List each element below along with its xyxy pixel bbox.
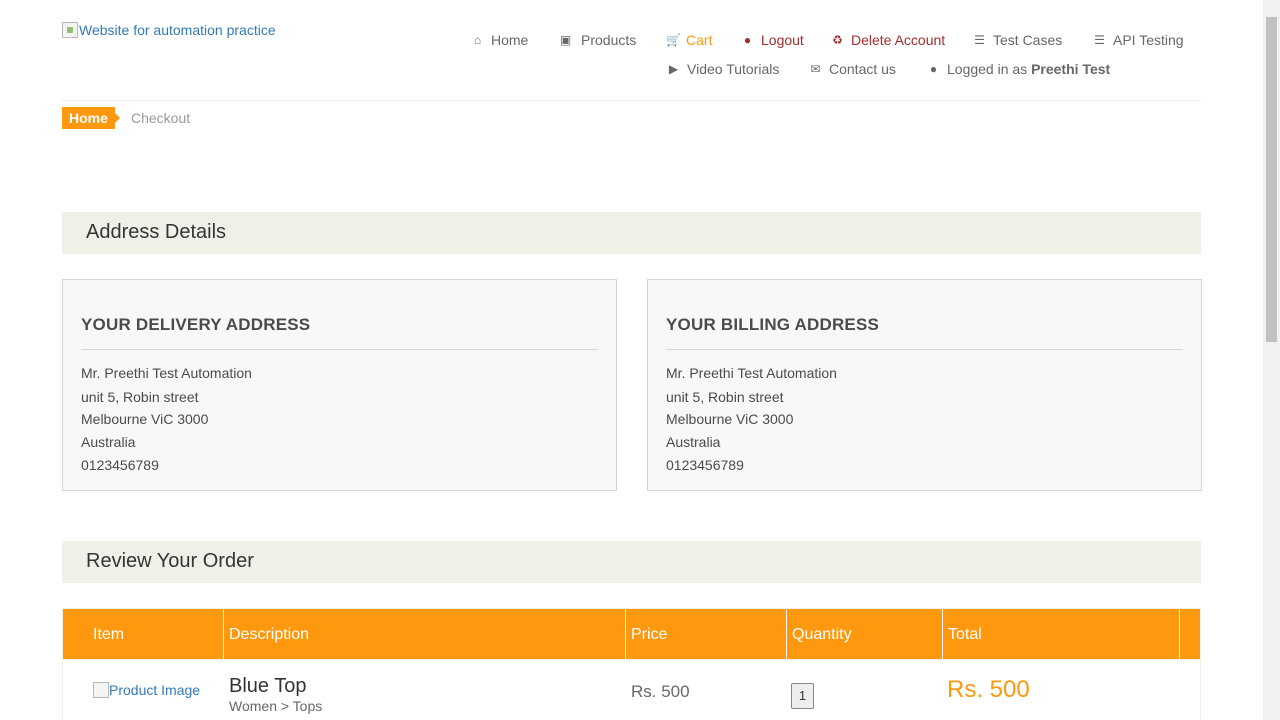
order-table-header: Item Description Price Quantity Total	[62, 608, 1201, 660]
product-image-alt: Product Image	[109, 682, 201, 698]
breadcrumb-home[interactable]: Home	[62, 107, 120, 129]
review-order-title: Review Your Order	[86, 550, 254, 572]
billing-address-heading: YOUR BILLING ADDRESS	[666, 315, 880, 334]
delivery-address-street: unit 5, Robin street	[81, 389, 199, 405]
nav-logout-label: Logout	[761, 32, 804, 48]
billing-address-phone: 0123456789	[666, 457, 744, 473]
nav-delete-account[interactable]: ♻ Delete Account	[831, 32, 945, 48]
nav-contact-us-label: Contact us	[829, 61, 896, 77]
list-icon: ☰	[974, 33, 985, 47]
column-total: Total	[943, 609, 1180, 660]
nav-api-testing-label: API Testing	[1113, 32, 1184, 48]
product-name-link[interactable]: Blue Top	[229, 675, 306, 698]
column-price: Price	[626, 609, 787, 660]
nav-api-testing[interactable]: ☰ API Testing	[1093, 32, 1184, 48]
page-scrollbar[interactable]	[1263, 0, 1280, 720]
home-icon: ⌂	[473, 33, 482, 47]
billing-address-divider	[666, 349, 1183, 350]
product-image-link[interactable]: Product Image	[93, 682, 200, 698]
broken-image-icon	[93, 682, 109, 698]
nav-video-tutorials-label: Video Tutorials	[687, 61, 780, 77]
site-logo[interactable]: Website for automation practice	[62, 22, 276, 38]
logged-in-username: Preethi Test	[1031, 61, 1111, 77]
product-category: Women > Tops	[229, 698, 323, 714]
billing-address-city: Melbourne ViC 3000	[666, 411, 794, 427]
nav-cart-label: Cart	[686, 32, 713, 48]
billing-address-box: YOUR BILLING ADDRESS Mr. Preethi Test Au…	[647, 279, 1202, 491]
nav-products[interactable]: ▣ Products	[559, 32, 636, 48]
logged-in-prefix: Logged in as	[947, 61, 1028, 77]
logo-alt-text: Website for automation practice	[79, 22, 276, 38]
nav-video-tutorials[interactable]: ▶ Video Tutorials	[667, 61, 779, 77]
column-item: Item	[63, 609, 224, 660]
nav-cart[interactable]: 🛒 Cart	[666, 32, 712, 48]
nav-test-cases[interactable]: ☰ Test Cases	[973, 32, 1062, 48]
delivery-address-divider	[81, 349, 598, 350]
scrollbar-thumb[interactable]	[1266, 17, 1277, 342]
nav-delete-account-label: Delete Account	[851, 32, 946, 48]
header-divider	[62, 100, 1201, 101]
products-icon: ▣	[559, 33, 572, 47]
list-icon: ☰	[1094, 33, 1105, 47]
lock-icon: ●	[743, 33, 752, 47]
delivery-address-country: Australia	[81, 434, 136, 450]
nav-test-cases-label: Test Cases	[993, 32, 1063, 48]
delivery-address-heading: YOUR DELIVERY ADDRESS	[81, 315, 311, 334]
user-icon: ●	[929, 62, 938, 76]
column-quantity: Quantity	[787, 609, 943, 660]
nav-home-label: Home	[491, 32, 529, 48]
trash-icon: ♻	[832, 33, 843, 47]
product-price: Rs. 500	[631, 682, 690, 701]
delivery-address-phone: 0123456789	[81, 457, 159, 473]
address-details-heading: Address Details	[62, 212, 1201, 254]
nav-logout[interactable]: ● Logout	[741, 32, 804, 48]
billing-address-street: unit 5, Robin street	[666, 389, 784, 405]
delivery-address-name: Mr. Preethi Test Automation	[81, 365, 252, 381]
delivery-address-city: Melbourne ViC 3000	[81, 411, 209, 427]
product-quantity[interactable]: 1	[791, 683, 814, 709]
billing-address-name: Mr. Preethi Test Automation	[666, 365, 837, 381]
broken-image-icon	[62, 22, 78, 38]
nav-home[interactable]: ⌂ Home	[471, 32, 528, 48]
column-description: Description	[224, 609, 626, 660]
product-total: Rs. 500	[947, 676, 1030, 703]
nav-contact-us[interactable]: ✉ Contact us	[809, 61, 896, 77]
review-order-heading: Review Your Order	[62, 541, 1201, 583]
cart-icon: 🛒	[666, 33, 681, 47]
nav-products-label: Products	[581, 32, 637, 48]
billing-address-country: Australia	[666, 434, 721, 450]
nav-logged-in-as[interactable]: ● Logged in as Preethi Test	[927, 61, 1110, 77]
youtube-icon: ▶	[668, 62, 679, 76]
breadcrumb-current: Checkout	[131, 110, 191, 126]
address-details-title: Address Details	[86, 221, 227, 243]
envelope-icon: ✉	[810, 62, 821, 76]
delivery-address-box: YOUR DELIVERY ADDRESS Mr. Preethi Test A…	[62, 279, 617, 491]
